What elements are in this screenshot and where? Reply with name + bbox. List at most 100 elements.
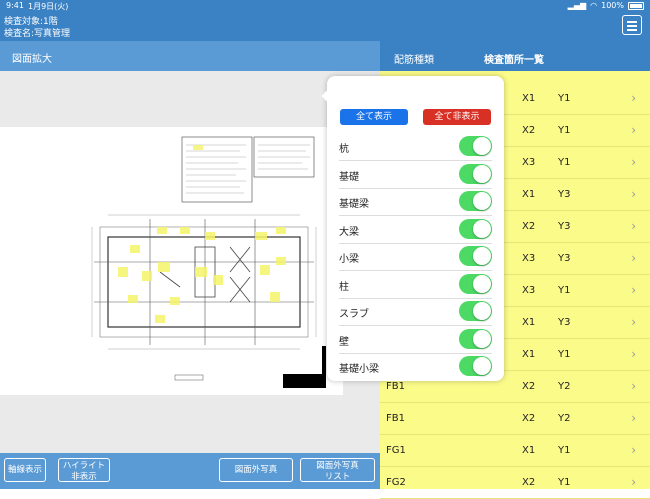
floor-plan-drawing[interactable] [0, 127, 343, 395]
list-item[interactable]: FG2 X2 Y1 › [380, 467, 650, 499]
chevron-right-icon: › [631, 443, 636, 457]
item-y: Y3 [558, 253, 571, 264]
item-y: Y3 [558, 317, 571, 328]
highlight-label-2: 非表示 [71, 472, 97, 482]
rebar-type-toggle[interactable] [459, 191, 492, 211]
floor-plan-svg [91, 136, 317, 381]
rebar-type-row: 基礎小梁 [327, 353, 504, 381]
item-y: Y1 [558, 93, 571, 104]
chevron-right-icon: › [631, 219, 636, 233]
outside-photo-list-button[interactable]: 図面外写真 リスト [300, 458, 375, 482]
rebar-type-label: 壁 [339, 336, 349, 348]
item-x: X3 [522, 253, 536, 264]
tab-inspection-list[interactable]: 検査箇所一覧 [484, 51, 544, 66]
rebar-type-label: スラブ [339, 309, 369, 320]
chevron-right-icon: › [631, 91, 636, 105]
item-name: FG1 [386, 445, 406, 456]
item-y: Y2 [558, 381, 571, 392]
item-y: Y1 [558, 125, 571, 136]
battery-icon [628, 1, 644, 10]
item-y: Y1 [558, 157, 571, 168]
chevron-right-icon: › [631, 283, 636, 297]
show-all-button[interactable]: 全て表示 [340, 109, 408, 125]
rebar-type-toggle[interactable] [459, 328, 492, 349]
rebar-type-label: 大梁 [339, 226, 359, 238]
item-x: X1 [522, 445, 536, 456]
chevron-right-icon: › [631, 379, 636, 393]
drawing-edge-mark [283, 374, 326, 388]
rebar-type-row: 杭 [327, 133, 504, 161]
item-y: Y1 [558, 477, 571, 488]
rebar-type-toggle[interactable] [459, 301, 492, 321]
rebar-type-label: 基礎小梁 [339, 364, 379, 375]
item-y: Y1 [558, 349, 571, 360]
list-item[interactable]: FB1 X2 Y2 › [380, 403, 650, 435]
tab-rebar-types[interactable]: 配筋種類 [394, 51, 434, 66]
rebar-type-label: 柱 [339, 281, 349, 293]
menu-button[interactable] [622, 15, 642, 35]
rebar-type-row: 大梁 [327, 216, 504, 244]
menu-icon-line [627, 29, 637, 31]
hide-all-button[interactable]: 全て非表示 [423, 109, 491, 125]
item-x: X3 [522, 285, 536, 296]
outside-list-label-1: 図面外写真 [316, 461, 359, 471]
drawing-header: 図面拡大 [0, 41, 380, 71]
right-tabs: 配筋種類 検査箇所一覧 [380, 41, 650, 71]
rebar-type-toggle[interactable] [459, 246, 492, 266]
item-x: X1 [522, 189, 536, 200]
chevron-right-icon: › [631, 187, 636, 201]
drawing-title: 図面拡大 [12, 54, 52, 65]
rebar-type-label: 基礎梁 [339, 199, 369, 210]
item-y: Y1 [558, 445, 571, 456]
chevron-right-icon: › [631, 411, 636, 425]
chevron-right-icon: › [631, 347, 636, 361]
item-name: FB1 [386, 381, 405, 392]
chevron-right-icon: › [631, 251, 636, 265]
rebar-type-toggle[interactable] [459, 273, 492, 294]
item-x: X2 [522, 125, 536, 136]
status-time: 9:41 [6, 1, 24, 10]
bottom-toolbar: 軸線表示 ハイライト 非表示 図面外写真 図面外写真 リスト [0, 453, 380, 489]
item-x: X1 [522, 93, 536, 104]
rebar-type-row: 基礎梁 [327, 188, 504, 216]
battery-percent: 100% [601, 1, 624, 10]
item-name: FB1 [386, 413, 405, 424]
chevron-right-icon: › [631, 475, 636, 489]
rebar-type-label: 小梁 [339, 254, 359, 265]
item-name: FG2 [386, 477, 406, 488]
item-x: X3 [522, 157, 536, 168]
chevron-right-icon: › [631, 123, 636, 137]
item-x: X1 [522, 317, 536, 328]
item-x: X2 [522, 381, 536, 392]
item-x: X2 [522, 477, 536, 488]
chevron-right-icon: › [631, 155, 636, 169]
rebar-type-toggle[interactable] [459, 356, 492, 376]
rebar-type-toggle[interactable] [459, 163, 492, 184]
rebar-type-toggle[interactable] [459, 218, 492, 239]
axis-display-button[interactable]: 軸線表示 [4, 458, 46, 482]
highlight-hide-button[interactable]: ハイライト 非表示 [58, 458, 110, 482]
rebar-type-row: 壁 [327, 326, 504, 354]
app-header: 検査対象:1階 検査名:写真管理 [0, 12, 650, 41]
highlight-label-1: ハイライト [62, 461, 106, 471]
status-date: 1月9日(火) [28, 2, 69, 11]
rebar-type-row: 柱 [327, 271, 504, 299]
rebar-type-row: 基礎 [327, 161, 504, 189]
item-x: X1 [522, 349, 536, 360]
signal-icon: ▂▄▆ [567, 1, 587, 10]
item-x: X2 [522, 221, 536, 232]
status-bar: 9:41 1月9日(火) ▂▄▆ ◠ 100% [0, 0, 650, 12]
rebar-type-label: 基礎 [339, 171, 359, 183]
status-right: ▂▄▆ ◠ 100% [568, 1, 644, 10]
item-x: X2 [522, 413, 536, 424]
rebar-type-popover: 全て表示 全て非表示 杭基礎基礎梁大梁小梁柱スラブ壁基礎小梁 [327, 76, 504, 381]
item-y: Y3 [558, 189, 571, 200]
rebar-type-toggle[interactable] [459, 136, 492, 156]
rebar-type-row: 小梁 [327, 243, 504, 271]
list-item[interactable]: FG1 X1 Y1 › [380, 435, 650, 467]
item-y: Y1 [558, 285, 571, 296]
rebar-type-label: 杭 [339, 144, 349, 155]
drawing-edge-mark-vertical [322, 346, 326, 388]
drawing-area[interactable] [0, 71, 380, 453]
outside-photo-button[interactable]: 図面外写真 [219, 458, 293, 482]
